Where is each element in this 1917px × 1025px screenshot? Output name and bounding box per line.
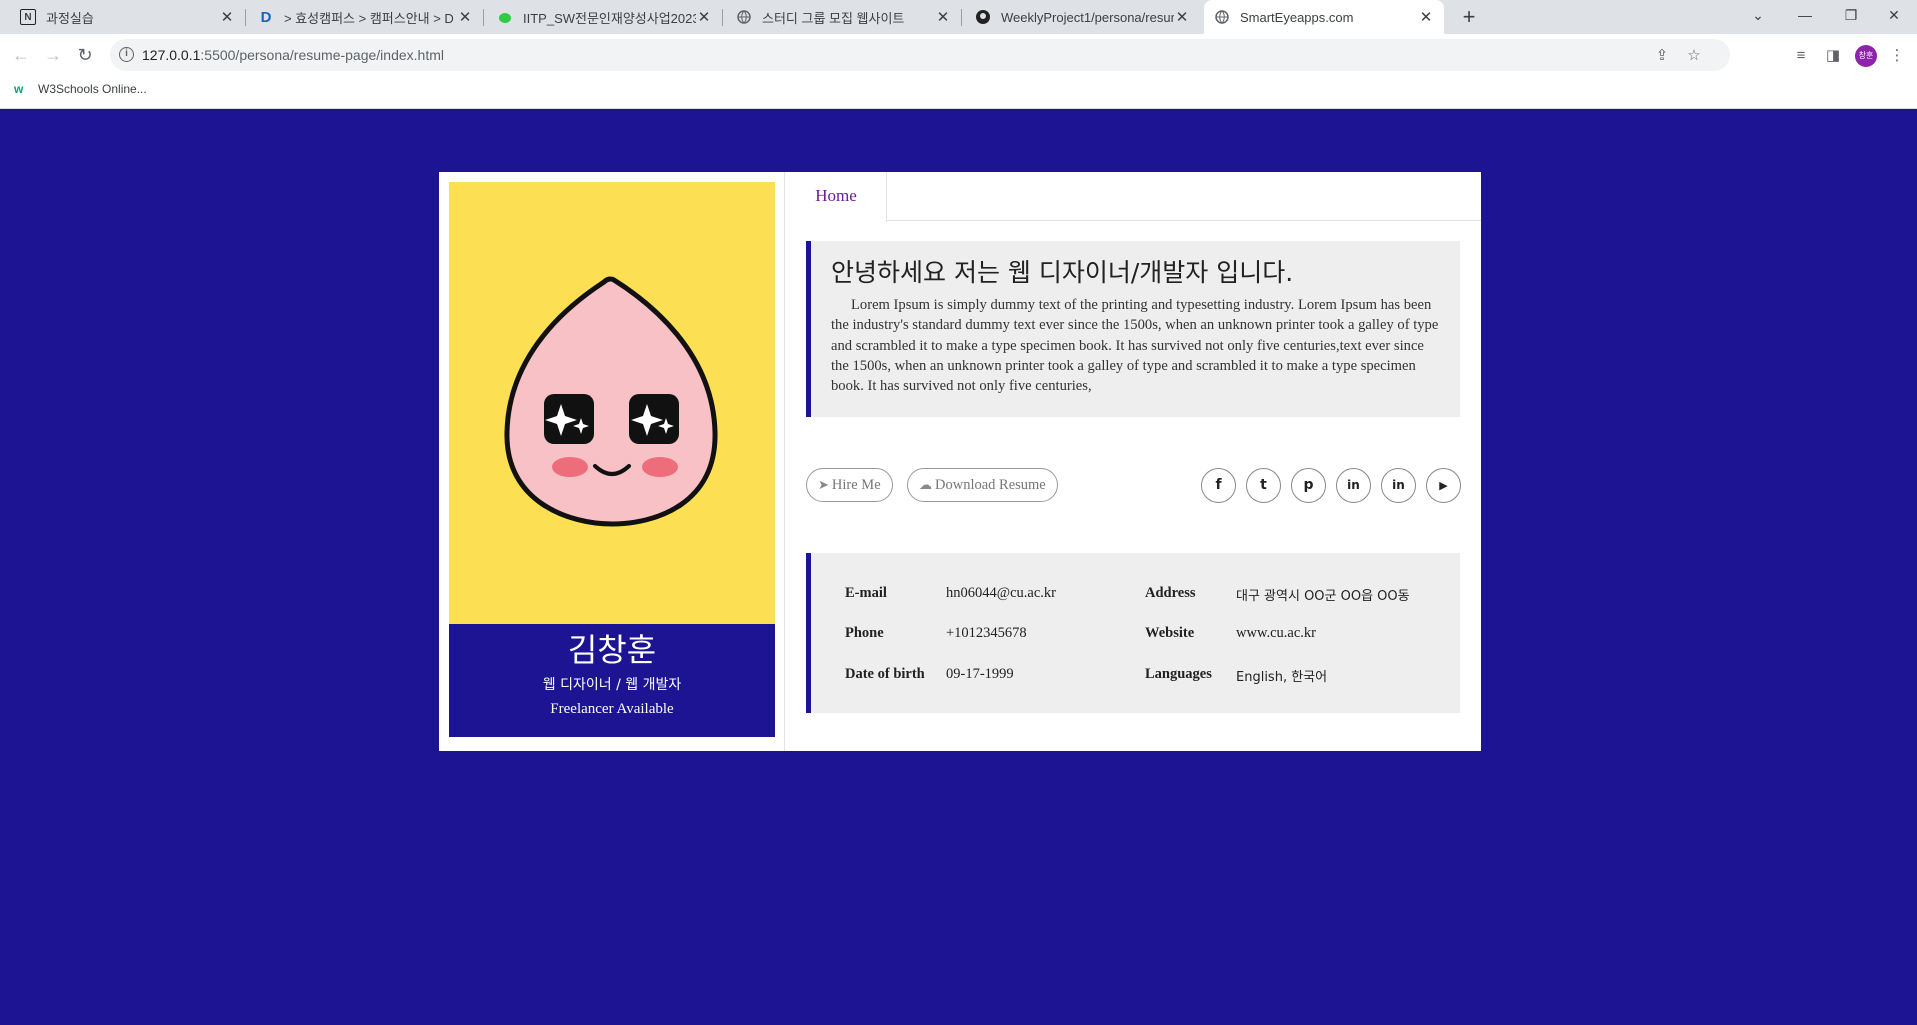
- tab-iitp[interactable]: IITP_SW전문인재양성사업20230 ✕: [487, 0, 723, 34]
- youtube-icon[interactable]: ▶: [1426, 468, 1461, 503]
- intro-box: 안녕하세요 저는 웹 디자이너/개발자 입니다. Lorem Ipsum is …: [806, 241, 1460, 417]
- bookmark-label: W3Schools Online...: [38, 82, 147, 96]
- website-label: Website: [1145, 625, 1195, 641]
- phone-label: Phone: [845, 625, 884, 641]
- detail-row-2: Phone +1012345678 Website www.cu.ac.kr: [811, 625, 1461, 645]
- download-resume-label: Download Resume: [935, 477, 1046, 493]
- tab-separator: [722, 9, 723, 26]
- address-value: 대구 광역시 OO군 OO읍 OO동: [1236, 589, 1410, 604]
- profile-column: 김창훈 웹 디자이너 / 웹 개발자 Freelancer Available: [439, 172, 785, 751]
- globe-icon: [1214, 9, 1230, 25]
- website-value: www.cu.ac.kr: [1236, 625, 1316, 641]
- tab-title: 과정실습: [46, 10, 94, 26]
- tab-smarteye[interactable]: SmartEyeapps.com ✕: [1204, 0, 1444, 34]
- address-label: Address: [1145, 585, 1196, 601]
- restore-button[interactable]: ❐: [1828, 0, 1874, 30]
- dob-label: Date of birth: [845, 666, 925, 682]
- browser-toolbar: ← → ↻ i 127.0.0.1:5500/persona/resume-pa…: [0, 34, 1917, 76]
- phone-value: +1012345678: [946, 625, 1027, 641]
- close-icon[interactable]: ✕: [935, 8, 951, 26]
- url-path: :5500/persona/resume-page/index.html: [200, 47, 444, 63]
- email-value: hn06044@cu.ac.kr: [946, 585, 1056, 601]
- content-column: Home 안녕하세요 저는 웹 디자이너/개발자 입니다. Lorem Ipsu…: [786, 172, 1481, 751]
- hire-me-label: Hire Me: [831, 477, 881, 493]
- pinterest-icon[interactable]: p: [1291, 468, 1326, 503]
- green-leaf-icon: [497, 9, 513, 25]
- tab-separator: [961, 9, 962, 26]
- tab-title: > 효성캠퍼스 > 캠퍼스안내 > D: [284, 10, 454, 26]
- close-icon[interactable]: ✕: [1418, 8, 1434, 26]
- dob-value: 09-17-1999: [946, 666, 1014, 682]
- side-panel-icon[interactable]: ◨: [1823, 46, 1843, 66]
- reload-button[interactable]: ↻: [73, 43, 97, 67]
- paper-plane-icon: ➤: [818, 477, 829, 492]
- tab-campus[interactable]: D > 효성캠퍼스 > 캠퍼스안내 > D ✕: [248, 0, 484, 34]
- linkedin-icon-2[interactable]: in: [1381, 468, 1416, 503]
- close-icon[interactable]: ✕: [219, 8, 235, 26]
- languages-label: Languages: [1145, 666, 1212, 682]
- tab-github[interactable]: WeeklyProject1/persona/resume ✕: [965, 0, 1200, 34]
- reading-list-icon[interactable]: ≡: [1791, 46, 1811, 66]
- forward-button[interactable]: →: [41, 43, 65, 67]
- globe-icon: [736, 9, 752, 25]
- profile-status: Freelancer Available: [550, 701, 674, 717]
- menu-icon[interactable]: ⋮: [1887, 46, 1907, 66]
- tab-title: SmartEyeapps.com: [1240, 9, 1354, 25]
- detail-row-1: E-mail hn06044@cu.ac.kr Address 대구 광역시 O…: [811, 585, 1461, 605]
- cloud-download-icon: ☁: [919, 477, 932, 492]
- github-icon: [975, 9, 991, 25]
- d-letter-icon: D: [260, 8, 272, 26]
- linkedin-icon[interactable]: in: [1336, 468, 1371, 503]
- facebook-icon[interactable]: f: [1201, 468, 1236, 503]
- email-label: E-mail: [845, 585, 887, 601]
- bookmarks-bar: w W3Schools Online...: [0, 76, 1917, 109]
- back-button[interactable]: ←: [9, 43, 33, 67]
- intro-heading: 안녕하세요 저는 웹 디자이너/개발자 입니다.: [831, 258, 1294, 287]
- w3schools-icon: w: [14, 82, 24, 96]
- tab-study[interactable]: 스터디 그룹 모집 웹사이트 ✕: [726, 0, 962, 34]
- tab-strip: N 과정실습 ✕ D > 효성캠퍼스 > 캠퍼스안내 > D ✕ IITP_SW…: [0, 0, 1917, 34]
- url-host: 127.0.0.1: [142, 47, 201, 63]
- address-bar[interactable]: i 127.0.0.1:5500/persona/resume-page/ind…: [110, 39, 1730, 71]
- site-info-icon[interactable]: i: [119, 47, 134, 62]
- profile-role: 웹 디자이너 / 웹 개발자: [542, 677, 682, 693]
- detail-row-3: Date of birth 09-17-1999 Languages Engli…: [811, 666, 1461, 686]
- page-nav: Home: [786, 172, 1481, 222]
- profile-photo: [449, 182, 775, 624]
- profile-avatar[interactable]: 창훈: [1855, 45, 1877, 67]
- bookmark-w3schools[interactable]: w W3Schools Online...: [14, 82, 147, 96]
- action-row: ➤ Hire Me ☁ Download Resume f t p in in ▶: [806, 468, 1461, 503]
- close-icon[interactable]: ✕: [457, 8, 473, 26]
- apeach-character-illustration: [504, 276, 718, 527]
- profile-namebox: 김창훈 웹 디자이너 / 웹 개발자 Freelancer Available: [449, 624, 775, 737]
- new-tab-button[interactable]: +: [1455, 4, 1483, 30]
- bookmark-star-icon[interactable]: ☆: [1684, 46, 1704, 66]
- share-icon[interactable]: ⇪: [1652, 46, 1672, 66]
- twitter-icon[interactable]: t: [1246, 468, 1281, 503]
- minimize-button[interactable]: —: [1782, 0, 1828, 30]
- download-resume-button[interactable]: ☁ Download Resume: [907, 468, 1058, 502]
- tab-separator: [483, 9, 484, 26]
- tab-separator: [245, 9, 246, 26]
- contact-details: E-mail hn06044@cu.ac.kr Address 대구 광역시 O…: [806, 553, 1460, 713]
- tab-title: IITP_SW전문인재양성사업20230: [523, 10, 696, 26]
- url-text: 127.0.0.1:5500/persona/resume-page/index…: [142, 47, 444, 63]
- languages-value: English, 한국어: [1236, 670, 1328, 685]
- intro-text: Lorem Ipsum is simply dummy text of the …: [831, 297, 1439, 395]
- tab-title: 스터디 그룹 모집 웹사이트: [762, 10, 905, 26]
- tab-title: WeeklyProject1/persona/resume: [1001, 9, 1174, 25]
- tab-notion[interactable]: N 과정실습 ✕: [10, 0, 246, 34]
- tab-home[interactable]: Home: [786, 172, 887, 222]
- tab-search-icon[interactable]: ⌄: [1735, 0, 1781, 30]
- close-icon[interactable]: ✕: [1174, 8, 1190, 26]
- profile-name: 김창훈: [567, 631, 657, 669]
- resume-card: 김창훈 웹 디자이너 / 웹 개발자 Freelancer Available …: [439, 172, 1481, 751]
- hire-me-button[interactable]: ➤ Hire Me: [806, 468, 893, 502]
- browser-chrome: N 과정실습 ✕ D > 효성캠퍼스 > 캠퍼스안내 > D ✕ IITP_SW…: [0, 0, 1917, 109]
- close-window-button[interactable]: ✕: [1871, 0, 1917, 30]
- notion-icon: N: [20, 9, 36, 25]
- close-icon[interactable]: ✕: [696, 8, 712, 26]
